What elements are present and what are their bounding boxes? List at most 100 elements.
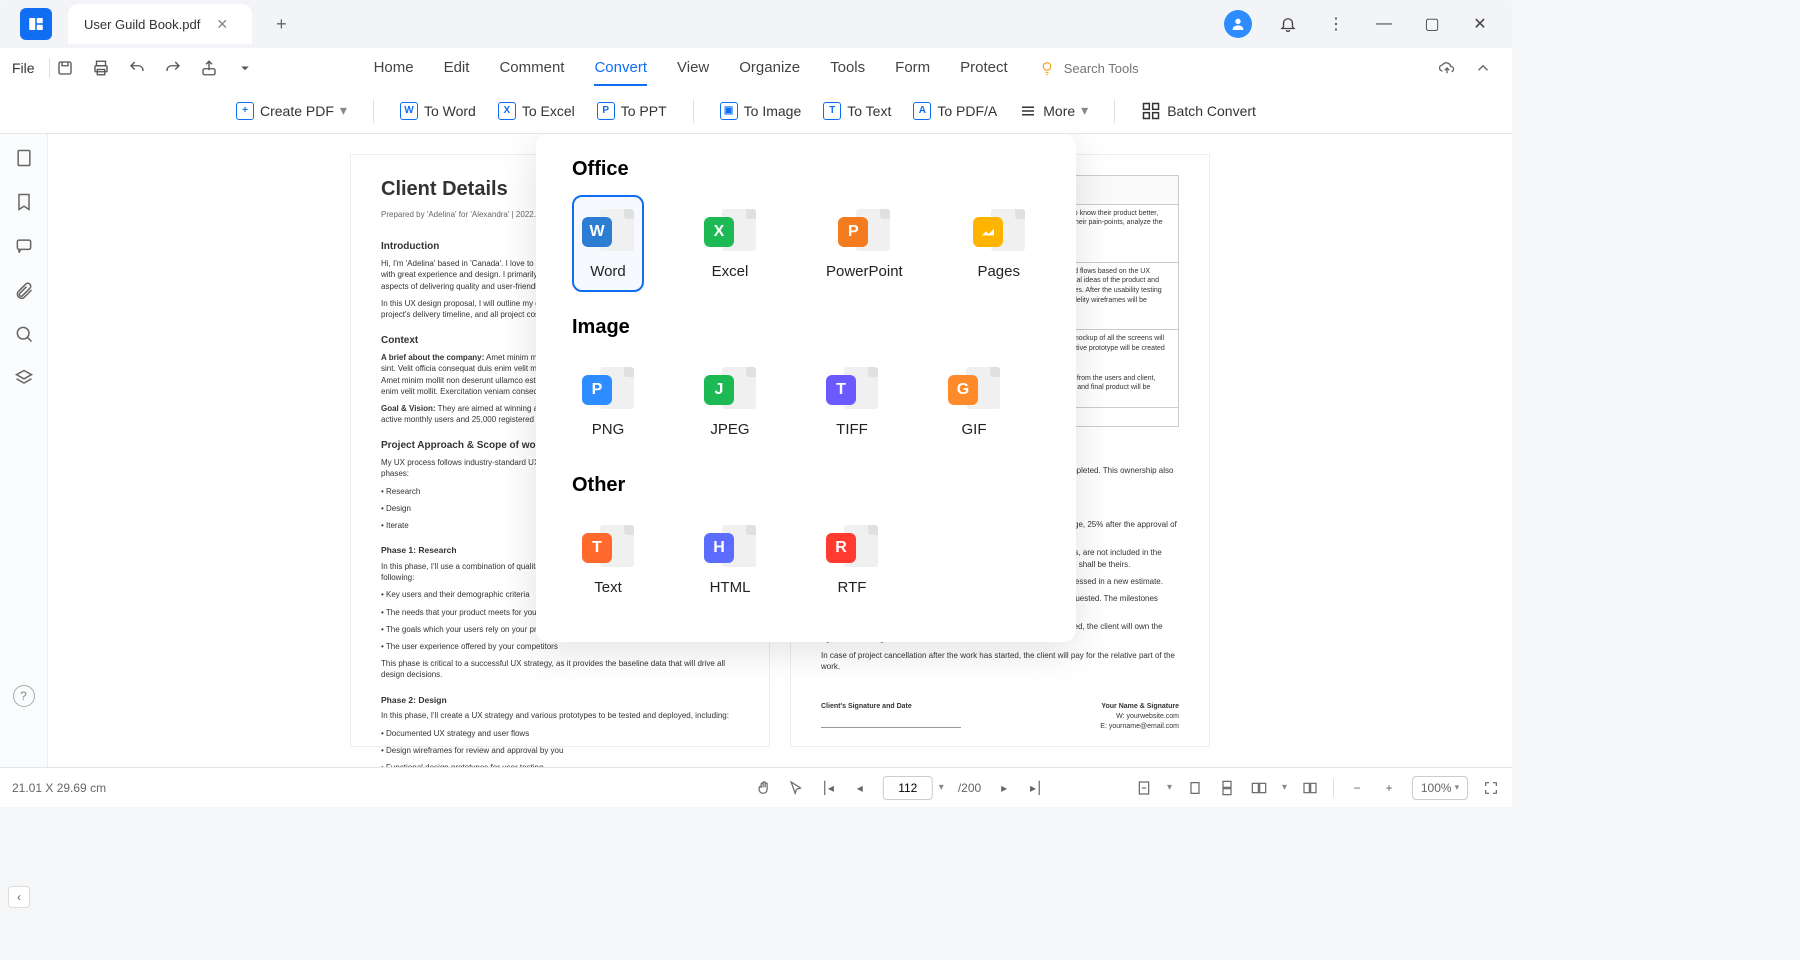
bullet: • Design wireframes for review and appro… [381,745,739,756]
zoom-level[interactable]: 100% ▾ [1412,776,1468,800]
next-page-icon[interactable]: ▸ [995,779,1013,797]
convert-tiff-option[interactable]: T TIFF [816,353,888,450]
create-pdf-button[interactable]: + Create PDF ▾ [230,98,353,124]
hand-tool-icon[interactable] [755,779,773,797]
to-pdfa-button[interactable]: A To PDF/A [907,98,1003,124]
to-ppt-button[interactable]: PTo PPT [591,98,673,124]
tab-home[interactable]: Home [374,51,414,86]
convert-png-option[interactable]: P PNG [572,353,644,450]
text-label: Text [594,579,622,596]
save-icon[interactable] [56,59,74,77]
to-word-button[interactable]: WTo Word [394,98,482,124]
last-page-icon[interactable]: ▸⎮ [1027,779,1045,797]
titlebar: User Guild Book.pdf ✕ + ⋮ — ▢ ✕ [0,0,1512,48]
page-total: /200 [958,781,981,795]
zoom-in-icon[interactable]: + [1380,779,1398,797]
convert-rtf-option[interactable]: R RTF [816,511,888,608]
popup-other-heading: Other [572,474,1040,497]
document-tab[interactable]: User Guild Book.pdf ✕ [68,4,252,44]
convert-html-option[interactable]: H HTML [694,511,766,608]
view-dropdown-icon[interactable]: ▾ [1282,782,1287,793]
tab-protect[interactable]: Protect [960,51,1008,86]
to-excel-label: To Excel [522,103,575,119]
popup-office-heading: Office [572,158,1040,181]
to-excel-button[interactable]: X To Excel [492,98,581,124]
two-page-icon[interactable] [1250,779,1268,797]
search-icon[interactable] [14,324,34,344]
undo-icon[interactable] [128,59,146,77]
convert-powerpoint-option[interactable]: P PowerPoint [816,195,913,292]
single-page-icon[interactable] [1186,779,1204,797]
fit-dropdown-icon[interactable]: ▾ [1167,782,1172,793]
document-viewport[interactable]: Client Details Prepared by 'Adelina' for… [48,134,1512,767]
attachments-icon[interactable] [14,280,34,300]
collapse-ribbon-icon[interactable] [1474,59,1492,77]
comments-icon[interactable] [14,236,34,256]
phase2-heading: Phase 2: Design [381,695,739,707]
thumbnails-icon[interactable] [14,148,34,168]
read-mode-icon[interactable] [1301,779,1319,797]
convert-word-option[interactable]: W Word [572,195,644,292]
tab-convert[interactable]: Convert [594,51,647,86]
to-pdfa-label: To PDF/A [937,103,997,119]
cloud-upload-icon[interactable] [1438,59,1456,77]
prev-page-icon[interactable]: ◂ [851,779,869,797]
tab-edit[interactable]: Edit [444,51,470,86]
excel-icon: X [498,102,516,120]
minimize-button[interactable]: — [1372,12,1396,36]
convert-excel-option[interactable]: X Excel [694,195,766,292]
tiff-label: TIFF [836,421,868,438]
pages-label: Pages [977,263,1020,280]
page-dropdown-icon[interactable]: ▾ [939,782,944,793]
qat-dropdown-icon[interactable] [236,59,254,77]
collapse-sidebar-button[interactable]: ‹ [8,886,30,908]
more-menu-icon[interactable]: ⋮ [1324,12,1348,36]
to-image-button[interactable]: ▣To Image [714,98,808,124]
html-label: HTML [710,579,751,596]
batch-label: Batch Convert [1167,103,1256,119]
bookmarks-icon[interactable] [14,192,34,212]
select-tool-icon[interactable] [787,779,805,797]
ppt-icon: P [597,102,615,120]
chevron-down-icon: ▾ [1081,102,1088,119]
print-icon[interactable] [92,59,110,77]
more-button[interactable]: More ▾ [1013,98,1094,124]
popup-image-heading: Image [572,316,1040,339]
tab-close-icon[interactable]: ✕ [216,16,228,33]
to-word-label: To Word [424,103,476,119]
convert-jpeg-option[interactable]: J JPEG [694,353,766,450]
convert-toolbar: + Create PDF ▾ WTo Word X To Excel PTo PP… [0,88,1512,134]
tab-view[interactable]: View [677,51,709,86]
tab-organize[interactable]: Organize [739,51,800,86]
tab-comment[interactable]: Comment [499,51,564,86]
first-page-icon[interactable]: ⎮◂ [819,779,837,797]
maximize-button[interactable]: ▢ [1420,12,1444,36]
search-input[interactable] [1064,61,1184,76]
tab-tools[interactable]: Tools [830,51,865,86]
text-icon: T [823,102,841,120]
convert-text-option[interactable]: T Text [572,511,644,608]
page-number-input[interactable] [883,776,933,800]
new-tab-button[interactable]: + [276,14,287,35]
batch-convert-button[interactable]: Batch Convert [1135,97,1262,125]
notifications-icon[interactable] [1276,12,1300,36]
zoom-out-icon[interactable]: − [1348,779,1366,797]
layers-icon[interactable] [14,368,34,388]
continuous-icon[interactable] [1218,779,1236,797]
share-icon[interactable] [200,59,218,77]
convert-pages-option[interactable]: Pages [963,195,1035,292]
file-menu[interactable]: File [12,60,35,76]
user-avatar[interactable] [1224,10,1252,38]
convert-gif-option[interactable]: G GIF [938,353,1010,450]
pdfa-icon: A [913,102,931,120]
tab-form[interactable]: Form [895,51,930,86]
help-icon[interactable]: ? [13,685,35,707]
signature-row: Client's Signature and Date Your Name & … [821,702,1179,731]
term: In case of project cancellation after th… [821,650,1179,672]
close-button[interactable]: ✕ [1468,12,1492,36]
image-icon: ▣ [720,102,738,120]
fit-width-icon[interactable] [1135,779,1153,797]
to-text-button[interactable]: TTo Text [817,98,897,124]
redo-icon[interactable] [164,59,182,77]
fullscreen-icon[interactable] [1482,779,1500,797]
